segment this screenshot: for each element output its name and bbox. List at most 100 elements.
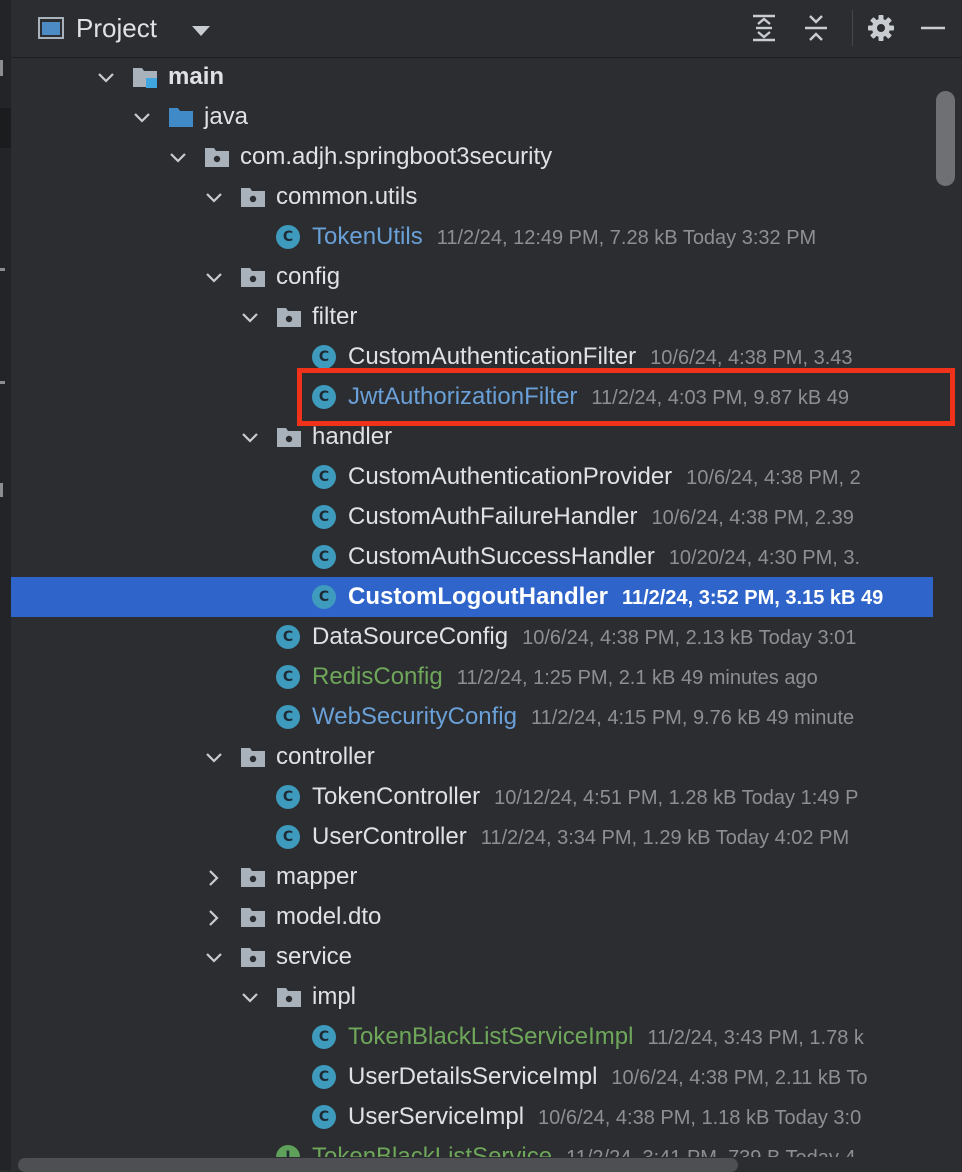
tree-folder-row[interactable]: filter <box>11 297 933 337</box>
tree-file-row[interactable]: C TokenUtils 11/2/24, 12:49 PM, 7.28 kB To… <box>11 217 933 257</box>
package-folder-icon <box>277 428 301 447</box>
tree-item-label: java <box>204 102 248 132</box>
minimize-icon[interactable] <box>917 12 949 44</box>
class-icon: C <box>276 785 300 809</box>
tree-item-label: handler <box>312 422 392 452</box>
tree-file-row[interactable]: C CustomLogoutHandler 11/2/24, 3:52 PM, 3.… <box>11 577 933 617</box>
chevron-down-icon[interactable] <box>205 269 223 287</box>
project-view-icon[interactable] <box>38 17 64 39</box>
tree-folder-row[interactable]: mapper <box>11 857 933 897</box>
package-folder-icon <box>205 148 229 167</box>
tree-item-label: controller <box>276 742 375 772</box>
tree-item-name: java <box>204 103 249 130</box>
chevron-right-icon[interactable] <box>205 869 223 887</box>
tree-item-label: UserDetailsServiceImpl 10/6/24, 4:38 PM, … <box>348 1062 868 1093</box>
vertical-scrollbar[interactable] <box>936 91 955 186</box>
tree-folder-row[interactable]: impl <box>11 977 933 1017</box>
collapse-all-icon[interactable] <box>800 12 832 44</box>
chevron-down-icon[interactable] <box>205 749 223 767</box>
package-folder-icon <box>277 308 301 327</box>
strip-marker <box>0 381 5 384</box>
class-icon: C <box>276 705 300 729</box>
tree-folder-row[interactable]: config <box>11 257 933 297</box>
tree-item-name: handler <box>312 423 393 450</box>
chevron-right-icon[interactable] <box>205 909 223 927</box>
chevron-down-icon[interactable] <box>241 309 259 327</box>
tree-folder-row[interactable]: model.dto <box>11 897 933 937</box>
package-folder-icon <box>241 868 265 887</box>
tree-item-name: TokenBlackListServiceImpl <box>348 1023 634 1050</box>
tree-item-name: CustomAuthFailureHandler <box>348 503 638 530</box>
tree-item-meta: 11/2/24, 3:34 PM, 1.29 kB Today 4:02 PM <box>480 827 850 849</box>
tree-item-label: filter <box>312 302 357 332</box>
tree-item-name: config <box>276 263 341 290</box>
package-folder-icon <box>241 268 265 287</box>
class-icon: C <box>276 825 300 849</box>
tree-file-row[interactable]: C UserController 11/2/24, 3:34 PM, 1.29 kB… <box>11 817 933 857</box>
tree-file-row[interactable]: C CustomAuthSuccessHandler 10/20/24, 4:30 … <box>11 537 933 577</box>
tree-folder-row[interactable]: main <box>11 57 933 97</box>
tree-item-name: TokenController <box>312 783 481 810</box>
tree-item-meta: 10/6/24, 4:38 PM, 1.18 kB Today 3:0 <box>538 1107 862 1129</box>
class-icon: C <box>312 1105 336 1129</box>
chevron-down-icon[interactable] <box>205 949 223 967</box>
tree-item-meta: 10/6/24, 4:38 PM, 3.43 <box>650 347 853 369</box>
class-icon: C <box>312 505 336 529</box>
tree-item-meta: 11/2/24, 1:25 PM, 2.1 kB 49 minutes ago <box>456 667 818 689</box>
chevron-down-icon[interactable] <box>241 989 259 1007</box>
tree-file-row[interactable]: C UserServiceImpl 10/6/24, 4:38 PM, 1.18 k… <box>11 1097 933 1137</box>
tree-folder-row[interactable]: controller <box>11 737 933 777</box>
tree-item-name: mapper <box>276 863 358 890</box>
tree-item-name: common.utils <box>276 183 418 210</box>
tree-item-label: TokenController 10/12/24, 4:51 PM, 1.28 k… <box>312 782 858 813</box>
dropdown-caret-icon[interactable] <box>192 26 210 36</box>
chevron-down-icon[interactable] <box>241 429 259 447</box>
left-tool-strip <box>0 0 11 1170</box>
expand-all-icon[interactable] <box>748 12 780 44</box>
tree-file-row[interactable]: C TokenBlackListServiceImpl 11/2/24, 3:43 … <box>11 1017 933 1057</box>
tree-folder-row[interactable]: service <box>11 937 933 977</box>
tree-file-row[interactable]: C TokenController 10/12/24, 4:51 PM, 1.28 … <box>11 777 933 817</box>
package-folder-icon <box>241 748 265 767</box>
tree-file-row[interactable]: C DataSourceConfig 10/6/24, 4:38 PM, 2.13 … <box>11 617 933 657</box>
tree-item-name: impl <box>312 983 357 1010</box>
tree-file-row[interactable]: C WebSecurityConfig 11/2/24, 4:15 PM, 9.76… <box>11 697 933 737</box>
class-icon: C <box>276 665 300 689</box>
project-toolbar: Project <box>11 0 962 58</box>
tree-item-label: UserController 11/2/24, 3:34 PM, 1.29 kB … <box>312 822 849 853</box>
tree-item-label: CustomAuthSuccessHandler 10/20/24, 4:30 P… <box>348 542 860 573</box>
tree-item-label: service <box>276 942 352 972</box>
tree-item-label: WebSecurityConfig 11/2/24, 4:15 PM, 9.76 … <box>312 702 854 733</box>
tree-file-row[interactable]: C CustomAuthenticationProvider 10/6/24, 4:… <box>11 457 933 497</box>
package-folder-icon <box>277 988 301 1007</box>
tree-file-row[interactable]: I TokenBlackListService 11/2/24, 3:41 PM, … <box>11 1137 933 1157</box>
tree-file-row[interactable]: C RedisConfig 11/2/24, 1:25 PM, 2.1 kB 49 … <box>11 657 933 697</box>
tree-file-row[interactable]: C UserDetailsServiceImpl 10/6/24, 4:38 PM,… <box>11 1057 933 1097</box>
tree-folder-row[interactable]: common.utils <box>11 177 933 217</box>
toolbar-separator <box>852 10 853 46</box>
tree-folder-row[interactable]: com.adjh.springboot3security <box>11 137 933 177</box>
project-title[interactable]: Project <box>76 13 157 44</box>
tree-item-label: CustomAuthFailureHandler 10/6/24, 4:38 PM… <box>348 502 854 533</box>
tree-item-meta: 11/2/24, 4:15 PM, 9.76 kB 49 minute <box>530 707 855 729</box>
tree-folder-row[interactable]: java <box>11 97 933 137</box>
chevron-down-icon[interactable] <box>97 69 115 87</box>
tree-item-label: impl <box>312 982 356 1012</box>
tree-item-label: UserServiceImpl 10/6/24, 4:38 PM, 1.18 kB… <box>348 1102 861 1133</box>
chevron-down-icon[interactable] <box>133 109 151 127</box>
tree-item-label: mapper <box>276 862 357 892</box>
gear-icon[interactable] <box>865 12 897 44</box>
package-folder-icon <box>241 948 265 967</box>
tree-item-name: model.dto <box>276 903 382 930</box>
tree-item-meta: 11/2/24, 3:52 PM, 3.15 kB 49 <box>621 587 884 609</box>
tree-item-name: filter <box>312 303 358 330</box>
tree-file-row[interactable]: C CustomAuthFailureHandler 10/6/24, 4:38 P… <box>11 497 933 537</box>
chevron-down-icon[interactable] <box>169 149 187 167</box>
package-folder-icon <box>241 188 265 207</box>
tree-item-name: TokenUtils <box>312 223 423 250</box>
tree-item-name: CustomAuthenticationProvider <box>348 463 673 490</box>
tree-item-name: UserServiceImpl <box>348 1103 525 1130</box>
chevron-down-icon[interactable] <box>205 189 223 207</box>
tree-item-name: com.adjh.springboot3security <box>240 143 553 170</box>
package-folder-icon <box>241 908 265 927</box>
